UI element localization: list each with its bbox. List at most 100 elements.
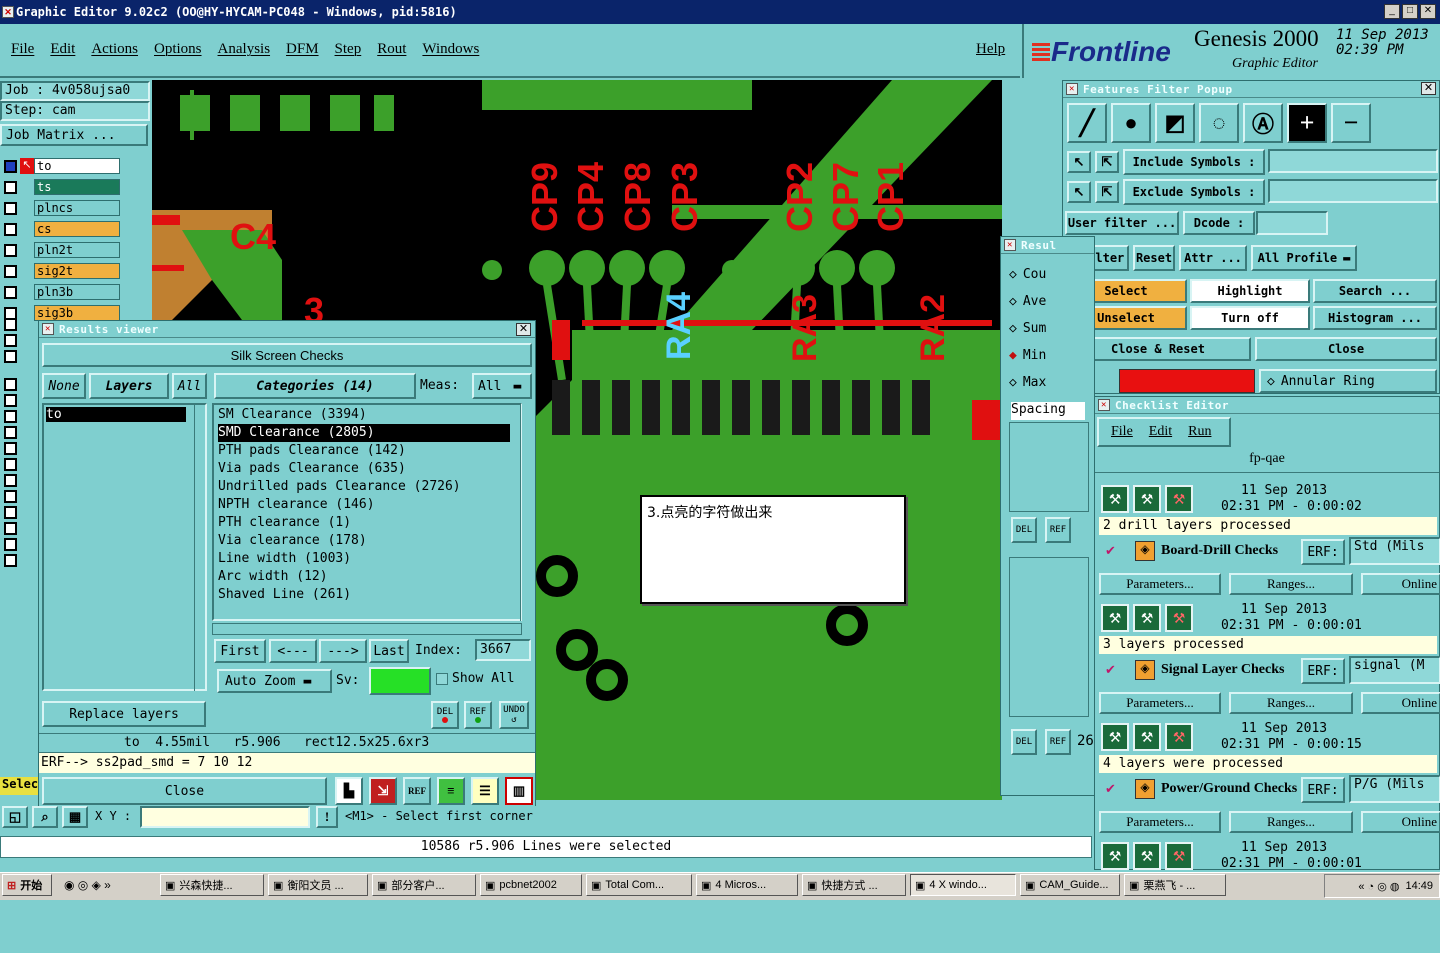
- layer-row[interactable]: ↖ to: [0, 158, 150, 175]
- run-all-icon[interactable]: ⚒: [1133, 723, 1161, 751]
- layer-checkbox[interactable]: [4, 458, 17, 471]
- layer-checkbox[interactable]: [4, 181, 17, 194]
- category-item[interactable]: SMD Clearance (2805): [218, 424, 510, 442]
- category-item[interactable]: Via clearance (178): [218, 532, 510, 550]
- layer-list-item-to[interactable]: to: [46, 407, 186, 422]
- taskbar-item[interactable]: ▣ 4 Micros...: [696, 874, 798, 896]
- layer-checkbox[interactable]: [4, 318, 17, 331]
- undo-button[interactable]: UNDO ↺: [499, 701, 529, 729]
- menu-analysis[interactable]: Analysis: [218, 41, 271, 58]
- entry-check-icon[interactable]: ✔: [1105, 543, 1116, 559]
- taskbar-item[interactable]: ▣ CAM_Guide...: [1020, 874, 1120, 896]
- tool-chart-icon[interactable]: ▙: [335, 777, 363, 805]
- features-filter-close-icon[interactable]: ✕: [1421, 82, 1436, 95]
- menu-actions[interactable]: Actions: [91, 41, 138, 58]
- tool-report-icon[interactable]: ☰: [471, 777, 499, 805]
- taskbar-item[interactable]: ▣ 快捷方式 ...: [802, 874, 906, 896]
- partial-ref2-button[interactable]: REF: [1045, 729, 1071, 755]
- stat-option[interactable]: ◇ Cou: [1009, 263, 1046, 285]
- annular-ring-option[interactable]: ◇ Annular Ring: [1259, 369, 1437, 393]
- layer-row[interactable]: plncs: [0, 200, 150, 217]
- tool-grid-icon[interactable]: ▦: [62, 806, 88, 828]
- layer-row[interactable]: pln2t: [0, 242, 150, 259]
- entry-check-icon[interactable]: ✔: [1105, 781, 1116, 797]
- parameters-button[interactable]: Parameters...: [1099, 573, 1221, 595]
- highlight-button[interactable]: Highlight: [1190, 279, 1310, 303]
- layer-list-scrollbar[interactable]: [194, 403, 207, 691]
- warning-icon[interactable]: !: [316, 806, 338, 828]
- menu-options[interactable]: Options: [154, 41, 202, 58]
- parameters-button[interactable]: Parameters...: [1099, 692, 1221, 714]
- text-feature-icon[interactable]: Ⓐ: [1243, 103, 1283, 143]
- last-button[interactable]: Last: [369, 639, 409, 663]
- next-button[interactable]: --->: [319, 639, 367, 663]
- close-button[interactable]: ✕: [1420, 4, 1436, 19]
- exclude-symbols-input[interactable]: [1268, 179, 1438, 203]
- index-field[interactable]: 3667: [475, 639, 531, 661]
- entry-name[interactable]: Signal Layer Checks: [1161, 662, 1284, 678]
- category-item[interactable]: Via pads Clearance (635): [218, 460, 510, 478]
- ranges-button[interactable]: Ranges...: [1229, 811, 1353, 833]
- tool-zoom-icon[interactable]: ⌕: [32, 806, 58, 828]
- layer-row[interactable]: cs: [0, 221, 150, 238]
- turn-off-button[interactable]: Turn off: [1190, 306, 1310, 330]
- online-button[interactable]: Online: [1361, 573, 1440, 595]
- stop-action-icon[interactable]: ⚒: [1165, 485, 1193, 513]
- taskbar-item[interactable]: ▣ 4 X windo...: [910, 874, 1016, 896]
- run-all-icon[interactable]: ⚒: [1133, 485, 1161, 513]
- menu-step[interactable]: Step: [335, 41, 362, 58]
- include-pick-icon[interactable]: ↖: [1067, 151, 1091, 173]
- run-all-icon[interactable]: ⚒: [1133, 842, 1161, 870]
- search-button[interactable]: Search ...: [1313, 279, 1437, 303]
- layers-none-button[interactable]: None: [42, 373, 86, 399]
- layer-checkbox[interactable]: [4, 442, 17, 455]
- partial-ref-button[interactable]: REF: [1045, 517, 1071, 543]
- all-profile-select[interactable]: All Profile ▬: [1251, 245, 1357, 271]
- menu-edit[interactable]: Edit: [50, 41, 75, 58]
- layer-checkbox[interactable]: [4, 474, 17, 487]
- layer-checkbox[interactable]: [4, 223, 17, 236]
- sv-color-select[interactable]: [369, 667, 431, 695]
- taskbar-item[interactable]: ▣ pcbnet2002: [480, 874, 582, 896]
- online-button[interactable]: Online: [1361, 692, 1440, 714]
- category-item[interactable]: PTH clearance (1): [218, 514, 510, 532]
- first-button[interactable]: First: [214, 639, 266, 663]
- show-all-checkbox[interactable]: [436, 673, 448, 685]
- partial-del-button[interactable]: DEL: [1011, 517, 1037, 543]
- entry-check-icon[interactable]: ✔: [1105, 662, 1116, 678]
- entry-name[interactable]: Board-Drill Checks: [1161, 543, 1278, 559]
- prev-button[interactable]: <---: [269, 639, 317, 663]
- checklist-menu-file[interactable]: File: [1111, 424, 1133, 440]
- maximize-button[interactable]: □: [1402, 4, 1418, 19]
- tool-select-icon[interactable]: ◱: [2, 806, 28, 828]
- layer-row[interactable]: ts: [0, 179, 150, 196]
- tool-ref-icon[interactable]: REF: [403, 777, 431, 805]
- category-scrollbar[interactable]: [520, 403, 533, 621]
- layer-checkbox[interactable]: [4, 506, 17, 519]
- ranges-button[interactable]: Ranges...: [1229, 692, 1353, 714]
- auto-zoom-select[interactable]: Auto Zoom ▬: [217, 669, 332, 693]
- menu-rout[interactable]: Rout: [377, 41, 406, 58]
- layer-checkbox[interactable]: [4, 426, 17, 439]
- taskbar-item[interactable]: ▣ 兴森快捷...: [160, 874, 264, 896]
- layer-checkbox[interactable]: [4, 350, 17, 363]
- histogram-button[interactable]: Histogram ...: [1313, 306, 1437, 330]
- layer-checkbox[interactable]: [4, 394, 17, 407]
- layer-checkbox[interactable]: [4, 538, 17, 551]
- menu-file[interactable]: File: [11, 41, 34, 58]
- stop-action-icon[interactable]: ⚒: [1165, 723, 1193, 751]
- layer-checkbox[interactable]: [4, 554, 17, 567]
- dcode-input[interactable]: [1256, 211, 1328, 235]
- layer-row[interactable]: sig2t: [0, 263, 150, 280]
- entry-erf-value[interactable]: P/G (Mils: [1349, 775, 1440, 803]
- layer-checkbox[interactable]: [4, 334, 17, 347]
- category-hscrollbar[interactable]: [212, 623, 522, 635]
- layer-row[interactable]: pln3b: [0, 284, 150, 301]
- replace-layers-button[interactable]: Replace layers: [42, 701, 206, 727]
- results-viewer-close-icon[interactable]: ✕: [516, 323, 531, 336]
- stat-option[interactable]: ◇ Sum: [1009, 317, 1046, 339]
- line-feature-icon[interactable]: ╱: [1067, 103, 1107, 143]
- layer-checkbox[interactable]: [4, 265, 17, 278]
- attr-button[interactable]: Attr ...: [1179, 245, 1247, 271]
- ranges-button[interactable]: Ranges...: [1229, 573, 1353, 595]
